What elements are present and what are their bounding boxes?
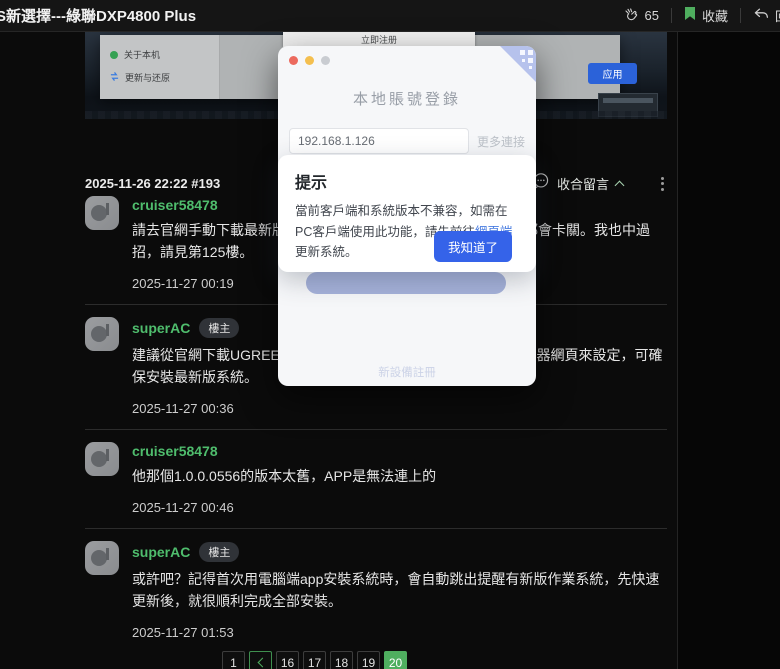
- login-button[interactable]: [306, 272, 506, 294]
- comment-timestamp: 2025-11-27 00:36: [132, 401, 234, 416]
- thread-title: S新選擇---綠聯DXP4800 Plus: [0, 8, 197, 25]
- pagination-page-16[interactable]: 16: [276, 651, 299, 669]
- pagination-page-1[interactable]: 1: [222, 651, 245, 669]
- more-connections-link[interactable]: 更多連接: [477, 133, 525, 150]
- comment-text: 或許吧？記得首次用電腦端app安裝系統時，會自動跳出提醒有新版作業系統，先快速更…: [132, 571, 660, 609]
- comment-row: superAC 樓主 或許吧？記得首次用電腦端app安裝系統時，會自動跳出提醒有…: [85, 541, 667, 669]
- alert-text: 更新系統。: [295, 245, 358, 260]
- op-badge: 樓主: [199, 318, 240, 338]
- sidebar-item-about: 关于本机: [100, 43, 219, 66]
- alert-title: 提示: [295, 175, 328, 192]
- register-now-bar: 立即注册: [283, 32, 475, 47]
- pagination-page-17[interactable]: 17: [303, 651, 326, 669]
- device-register-link[interactable]: 新設備註冊: [278, 364, 536, 380]
- sidebar-item-label: 更新与还原: [125, 73, 171, 83]
- clap-icon: [623, 6, 639, 25]
- window-controls: [289, 56, 330, 65]
- comment-text: 他那個1.0.0.0556的版本太舊，APP是無法連上的: [132, 468, 437, 484]
- topbar-divider: [670, 8, 672, 23]
- screenshot-sidebar: 关于本机 更新与还原: [100, 35, 220, 99]
- content-divider-line: [677, 32, 678, 669]
- more-options-button[interactable]: [658, 174, 667, 194]
- alert-dialog: 提示 當前客戶端和系統版本不兼容，如需在PC客戶端使用此功能，請先前往網頁端更新…: [278, 155, 536, 272]
- alert-confirm-button[interactable]: 我知道了: [433, 231, 512, 262]
- pagination: 1 16 17 18 19 20: [222, 651, 407, 669]
- comment-username[interactable]: cruiser58478: [132, 443, 218, 459]
- clap-count: 65: [644, 8, 659, 23]
- pagination-page-18[interactable]: 18: [330, 651, 353, 669]
- bookmark-icon: [684, 7, 696, 24]
- comment-username[interactable]: superAC: [132, 544, 190, 560]
- zoom-window-icon[interactable]: [321, 56, 330, 65]
- avatar[interactable]: [85, 541, 119, 575]
- comment-row: cruiser58478 他那個1.0.0.0556的版本太舊，APP是無法連上…: [85, 442, 667, 529]
- avatar[interactable]: [85, 442, 119, 476]
- pagination-prev-button[interactable]: [249, 651, 272, 669]
- avatar[interactable]: [85, 317, 119, 351]
- comments-actions: 收合留言: [532, 172, 667, 195]
- sidebar-item-label: 关于本机: [124, 50, 161, 60]
- reply-label: 回: [775, 6, 780, 25]
- right-rail: [678, 32, 780, 669]
- about-icon: [110, 50, 118, 59]
- op-badge: 樓主: [199, 542, 240, 562]
- topbar-divider: [739, 8, 741, 23]
- forum-page: S新選擇---綠聯DXP4800 Plus 65 收藏 关于本机 更新与还原 立…: [0, 0, 780, 669]
- close-window-icon[interactable]: [289, 56, 298, 65]
- bookmark-button[interactable]: 收藏: [684, 6, 728, 25]
- comment-timestamp: 2025-11-27 01:53: [132, 625, 234, 640]
- qr-login-corner-icon[interactable]: [500, 46, 536, 87]
- collapse-comments-button[interactable]: 收合留言: [557, 174, 609, 193]
- pagination-page-20-active[interactable]: 20: [384, 651, 407, 669]
- ip-row: 192.168.1.126 更多連接: [289, 128, 525, 154]
- chevron-left-icon: [257, 657, 267, 668]
- minimize-window-icon[interactable]: [305, 56, 314, 65]
- comment-timestamp: 2025-11-27 00:46: [132, 500, 234, 515]
- reply-icon: [753, 7, 769, 24]
- clap-button[interactable]: 65: [623, 6, 659, 25]
- sidebar-item-update: 更新与还原: [100, 66, 219, 89]
- ip-address-input[interactable]: 192.168.1.126: [289, 128, 469, 154]
- comment-username[interactable]: cruiser58478: [132, 197, 218, 213]
- bookmark-label: 收藏: [701, 9, 728, 24]
- reply-button[interactable]: 回: [753, 6, 780, 25]
- update-restore-icon: [110, 72, 119, 83]
- login-title: 本地賬號登錄: [352, 91, 461, 108]
- post-timestamp: 2025-11-26 22:22 #193: [85, 176, 221, 191]
- topbar-actions: 65 收藏 回: [623, 6, 780, 25]
- apply-button: 应用: [588, 63, 637, 84]
- pagination-page-19[interactable]: 19: [357, 651, 380, 669]
- chevron-up-icon: [614, 180, 625, 191]
- comment-username[interactable]: superAC: [132, 320, 190, 336]
- avatar[interactable]: [85, 196, 119, 230]
- top-bar: S新選擇---綠聯DXP4800 Plus 65 收藏: [0, 0, 780, 32]
